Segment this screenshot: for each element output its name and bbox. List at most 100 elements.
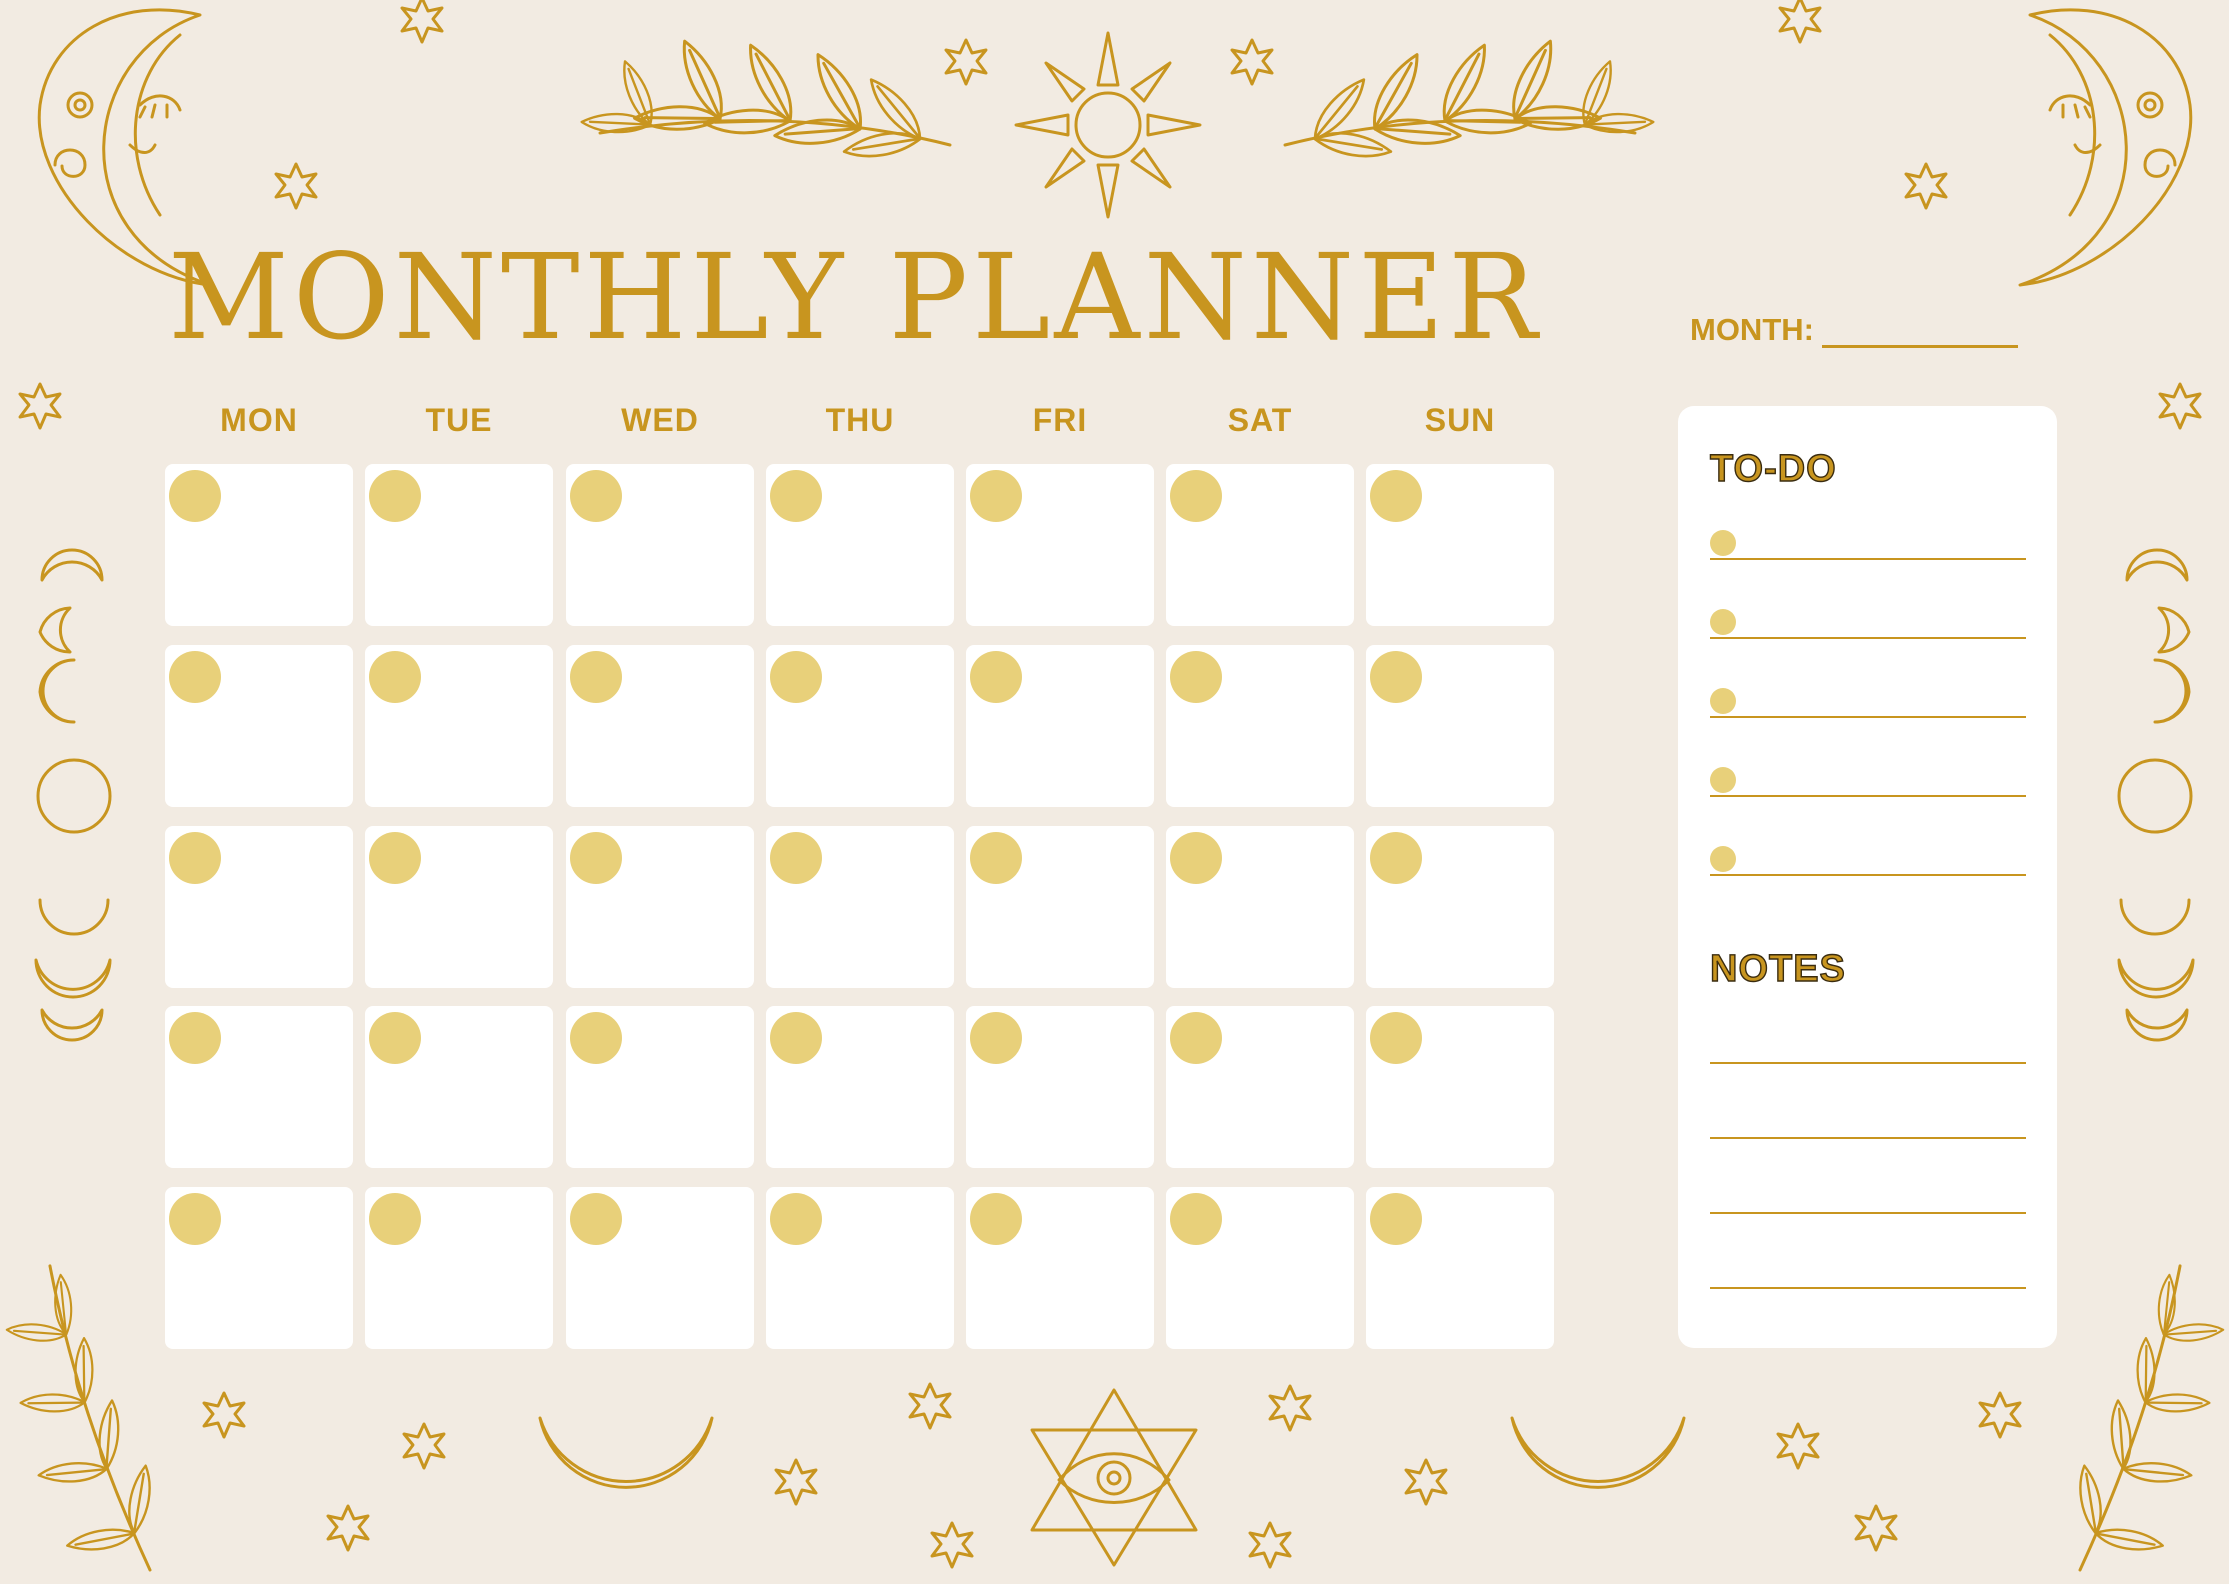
day-cell[interactable] <box>1366 826 1554 988</box>
date-dot <box>369 651 421 703</box>
date-dot <box>570 651 622 703</box>
todo-heading: TO-DO <box>1709 447 1837 490</box>
date-dot <box>770 1012 822 1064</box>
day-cell[interactable] <box>766 1006 954 1168</box>
date-dot <box>169 651 221 703</box>
day-cell[interactable] <box>1166 464 1354 626</box>
day-cell[interactable] <box>966 645 1154 807</box>
day-cell[interactable] <box>566 826 754 988</box>
day-cell[interactable] <box>1166 826 1354 988</box>
sun-icon <box>1014 31 1202 219</box>
date-dot <box>1170 470 1222 522</box>
crescent-moon-face-icon-right <box>2018 8 2193 287</box>
day-cell[interactable] <box>966 1006 1154 1168</box>
date-dot <box>570 1193 622 1245</box>
date-dot <box>369 832 421 884</box>
day-cell[interactable] <box>365 645 553 807</box>
day-cell[interactable] <box>165 1006 353 1168</box>
day-cell[interactable] <box>1166 1006 1354 1168</box>
notes-line[interactable] <box>1710 1212 2026 1214</box>
date-dot <box>169 470 221 522</box>
laurel-branch-icon <box>582 41 950 176</box>
day-cell[interactable] <box>766 826 954 988</box>
date-dot <box>570 832 622 884</box>
todo-item[interactable] <box>1710 686 2026 718</box>
day-header-wed: WED <box>621 402 699 438</box>
date-dot <box>169 1012 221 1064</box>
day-cell[interactable] <box>566 645 754 807</box>
day-header-sun: SUN <box>1424 402 1496 438</box>
day-cell[interactable] <box>566 1006 754 1168</box>
notes-line[interactable] <box>1710 1137 2026 1139</box>
date-dot <box>1370 832 1422 884</box>
notes-line[interactable] <box>1710 1287 2026 1289</box>
day-cell[interactable] <box>165 1187 353 1349</box>
moon-phases-icon-right <box>2117 548 2195 1042</box>
date-dot <box>1370 470 1422 522</box>
date-dot <box>369 1193 421 1245</box>
day-cell[interactable] <box>1366 1187 1554 1349</box>
todo-item[interactable] <box>1710 765 2026 797</box>
date-dot <box>770 832 822 884</box>
date-dot <box>1170 1012 1222 1064</box>
date-dot <box>369 470 421 522</box>
side-panel: TO-DO NOTES <box>1678 406 2057 1348</box>
date-dot <box>770 651 822 703</box>
day-cell[interactable] <box>766 1187 954 1349</box>
laurel-branch-icon <box>1285 41 1653 176</box>
day-cell[interactable] <box>566 464 754 626</box>
day-header-fri: FRI <box>1032 402 1088 438</box>
date-dot <box>169 1193 221 1245</box>
date-dot <box>770 470 822 522</box>
day-cell[interactable] <box>966 1187 1154 1349</box>
day-cell[interactable] <box>365 1187 553 1349</box>
date-dot <box>1370 651 1422 703</box>
day-cell[interactable] <box>365 826 553 988</box>
notes-heading: NOTES <box>1709 947 1846 990</box>
day-cell[interactable] <box>365 1006 553 1168</box>
date-dot <box>1170 832 1222 884</box>
laurel-branch-icon <box>2035 1253 2229 1584</box>
day-cell[interactable] <box>165 464 353 626</box>
day-cell[interactable] <box>1166 1187 1354 1349</box>
todo-bullet <box>1710 846 1736 872</box>
day-cell[interactable] <box>766 464 954 626</box>
month-input-line[interactable] <box>1821 317 2018 348</box>
day-cell[interactable] <box>1366 1006 1554 1168</box>
day-cell[interactable] <box>1366 464 1554 626</box>
date-dot <box>970 651 1022 703</box>
date-dot <box>970 1012 1022 1064</box>
date-dot <box>970 470 1022 522</box>
day-cell[interactable] <box>1366 645 1554 807</box>
date-dot <box>1370 1012 1422 1064</box>
month-field[interactable]: MONTH: <box>1690 312 2018 348</box>
todo-item[interactable] <box>1710 844 2026 876</box>
date-dot <box>1170 1193 1222 1245</box>
todo-bullet <box>1710 767 1736 793</box>
day-header-tue: TUE <box>425 402 493 438</box>
day-cell[interactable] <box>165 826 353 988</box>
day-cell[interactable] <box>1166 645 1354 807</box>
todo-item[interactable] <box>1710 528 2026 560</box>
date-dot <box>570 1012 622 1064</box>
day-cell[interactable] <box>566 1187 754 1349</box>
day-header-thu: THU <box>825 402 895 438</box>
date-dot <box>970 1193 1022 1245</box>
swirl-icon <box>53 148 2177 178</box>
date-dot <box>970 832 1022 884</box>
month-label: MONTH: <box>1690 312 1814 347</box>
day-cell[interactable] <box>966 826 1154 988</box>
day-cell[interactable] <box>365 464 553 626</box>
day-cell[interactable] <box>966 464 1154 626</box>
day-cell[interactable] <box>766 645 954 807</box>
day-header-mon: MON <box>220 402 298 438</box>
day-cell[interactable] <box>165 645 353 807</box>
todo-bullet <box>1710 688 1736 714</box>
day-header-sat: SAT <box>1227 402 1293 438</box>
todo-item[interactable] <box>1710 607 2026 639</box>
notes-line[interactable] <box>1710 1062 2026 1064</box>
eye-triangle-icon <box>1030 1388 1198 1567</box>
moon-phases-icon-left <box>34 548 112 1042</box>
todo-bullet <box>1710 530 1736 556</box>
date-dot <box>1370 1193 1422 1245</box>
